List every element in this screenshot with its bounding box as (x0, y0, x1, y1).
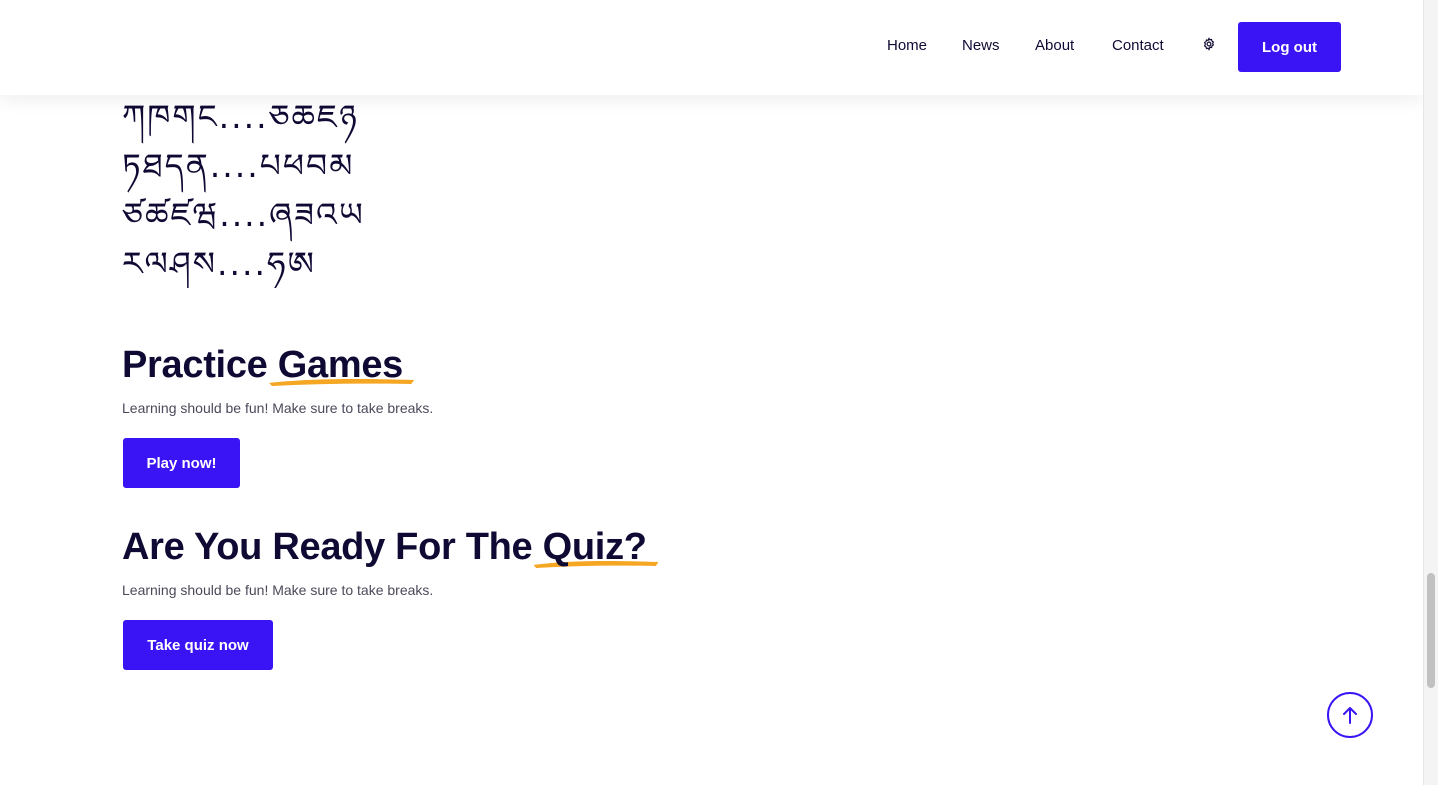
site-header: Home News About Contact Log out (0, 0, 1423, 95)
games-description: Learning should be fun! Make sure to tak… (122, 400, 434, 416)
page-scrollbar[interactable] (1423, 0, 1438, 785)
nav-news[interactable]: News (962, 37, 1000, 54)
alphabet-row: ཏཐདན....པཕབམ (122, 146, 355, 185)
take-quiz-button[interactable]: Take quiz now (123, 620, 273, 670)
quiz-heading: Are You Ready For The Quiz? (122, 526, 659, 569)
nav-home[interactable]: Home (887, 37, 927, 54)
alphabet-row: ཀཁགང....ཅཆཇཉ (122, 97, 359, 136)
quiz-description: Learning should be fun! Make sure to tak… (122, 582, 434, 598)
scroll-to-top-button[interactable] (1327, 692, 1373, 738)
games-heading: Practice Games (122, 344, 414, 387)
scrollbar-thumb[interactable] (1427, 573, 1435, 688)
alphabet-grid: ཀཁགང....ཅཆཇཉ ཏཐདན....པཕབམ ཙཚཛཝ....ཞཟའཡ ར… (122, 97, 365, 288)
arrow-up-icon (1343, 707, 1357, 724)
quiz-heading-text: Are You Ready For The (122, 526, 543, 568)
play-now-button[interactable]: Play now! (123, 438, 240, 488)
nav-about[interactable]: About (1035, 37, 1074, 54)
quiz-heading-highlight: Quiz? (533, 526, 659, 569)
alphabet-row: རལཤས....ཧཨ (122, 244, 316, 283)
alphabet-row: ཙཚཛཝ....ཞཟའཡ (122, 195, 365, 234)
logout-button[interactable]: Log out (1238, 22, 1341, 72)
page: Home News About Contact Log out ཀཁགང....… (0, 0, 1438, 785)
gear-icon[interactable] (1202, 37, 1216, 51)
nav-contact[interactable]: Contact (1112, 37, 1164, 54)
games-heading-highlight: Games (268, 344, 414, 387)
games-heading-text: Practice (122, 344, 278, 386)
